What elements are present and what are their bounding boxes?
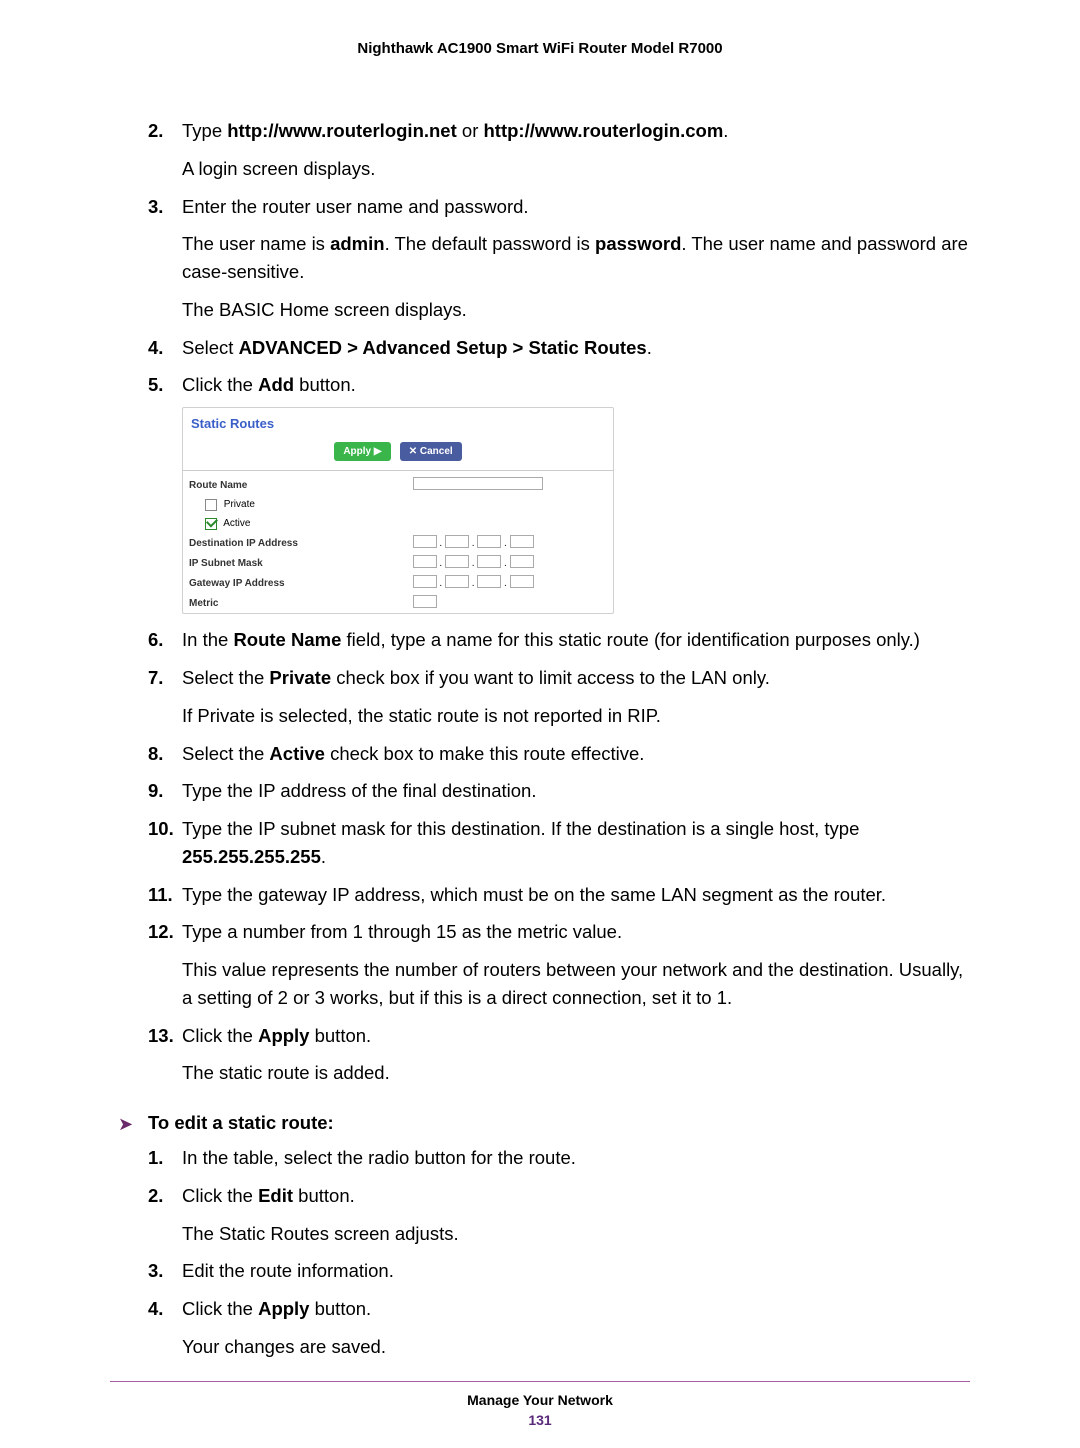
edit-step-3: 3. Edit the route information. [148,1257,970,1285]
step-2-result: A login screen displays. [182,155,970,183]
dest-oct3[interactable] [477,535,501,548]
step-8: 8. Select the Active check box to make t… [148,740,970,768]
step-3: 3. Enter the router user name and passwo… [148,193,970,324]
metric-input[interactable] [413,595,437,608]
footer-page-number: 131 [110,1412,970,1428]
step-10-text: Type the IP subnet mask for this destina… [182,818,859,867]
step-3-p2: The BASIC Home screen displays. [182,296,970,324]
mask-oct3[interactable] [477,555,501,568]
edit-step-1-text: In the table, select the radio button fo… [182,1147,576,1168]
step-5-text: Click the Add button. [182,374,356,395]
ss-mask-label: IP Subnet Mask [183,553,407,573]
step-2-text: Type http://www.routerlogin.net or http:… [182,120,728,141]
step-11-text: Type the gateway IP address, which must … [182,884,886,905]
gw-oct2[interactable] [445,575,469,588]
step-6: 6. In the Route Name field, type a name … [148,626,970,654]
footer-section: Manage Your Network [110,1392,970,1408]
page: Nighthawk AC1900 Smart WiFi Router Model… [0,0,1080,1448]
step-4-text: Select ADVANCED > Advanced Setup > Stati… [182,337,652,358]
mask-oct4[interactable] [510,555,534,568]
edit-steps: 1. In the table, select the radio button… [110,1144,970,1361]
step-12-p: This value represents the number of rout… [182,956,970,1012]
edit-step-1: 1. In the table, select the radio button… [148,1144,970,1172]
edit-step-4-p: Your changes are saved. [182,1333,970,1361]
ss-gw-label: Gateway IP Address [183,573,407,593]
ss-title: Static Routes [191,414,605,434]
doc-header: Nighthawk AC1900 Smart WiFi Router Model… [110,40,970,57]
mask-oct2[interactable] [445,555,469,568]
edit-step-3-text: Edit the route information. [182,1260,394,1281]
step-10: 10. Type the IP subnet mask for this des… [148,815,970,871]
static-routes-screenshot: Static Routes Apply ▶ ✕ Cancel Route Nam… [182,407,614,614]
step-7-text: Select the Private check box if you want… [182,667,770,688]
triangle-bullet-icon: ➤ [118,1114,133,1135]
ss-dest-label: Destination IP Address [183,533,407,553]
mask-oct1[interactable] [413,555,437,568]
step-9: 9. Type the IP address of the final dest… [148,777,970,805]
step-3-text: Enter the router user name and password. [182,196,529,217]
step-7-p: If Private is selected, the static route… [182,702,970,730]
step-13: 13. Click the Apply button. The static r… [148,1022,970,1088]
step-13-p: The static route is added. [182,1059,970,1087]
step-12: 12. Type a number from 1 through 15 as t… [148,918,970,1011]
gw-oct1[interactable] [413,575,437,588]
step-4: 4. Select ADVANCED > Advanced Setup > St… [148,334,970,362]
step-8-text: Select the Active check box to make this… [182,743,644,764]
cancel-button[interactable]: ✕ Cancel [400,442,462,461]
dest-oct1[interactable] [413,535,437,548]
edit-step-4-text: Click the Apply button. [182,1298,371,1319]
step-3-p1: The user name is admin. The default pass… [182,230,970,286]
ss-active-label: Active [223,518,250,529]
edit-step-4: 4. Click the Apply button. Your changes … [148,1295,970,1361]
apply-button[interactable]: Apply ▶ [334,442,390,461]
ss-private-label: Private [224,499,255,510]
step-7: 7. Select the Private check box if you w… [148,664,970,730]
ss-metric-label: Metric [183,593,407,613]
edit-step-2-p: The Static Routes screen adjusts. [182,1220,970,1248]
private-checkbox[interactable] [205,499,217,511]
step-9-text: Type the IP address of the final destina… [182,780,536,801]
dest-oct2[interactable] [445,535,469,548]
ss-route-name-label: Route Name [183,475,407,495]
step-13-text: Click the Apply button. [182,1025,371,1046]
page-footer: Manage Your Network 131 [110,1381,970,1428]
step-12-text: Type a number from 1 through 15 as the m… [182,921,622,942]
gw-oct4[interactable] [510,575,534,588]
main-steps: 2. Type http://www.routerlogin.net or ht… [110,117,970,1087]
step-2: 2. Type http://www.routerlogin.net or ht… [148,117,970,183]
step-6-text: In the Route Name field, type a name for… [182,629,920,650]
active-checkbox[interactable] [205,518,217,530]
edit-step-2-text: Click the Edit button. [182,1185,355,1206]
edit-route-heading: ➤ To edit a static route: [110,1112,970,1134]
step-11: 11. Type the gateway IP address, which m… [148,881,970,909]
route-name-input[interactable] [413,477,543,490]
dest-oct4[interactable] [510,535,534,548]
step-5: 5. Click the Add button. Static Routes A… [148,371,970,614]
gw-oct3[interactable] [477,575,501,588]
edit-step-2: 2. Click the Edit button. The Static Rou… [148,1182,970,1248]
